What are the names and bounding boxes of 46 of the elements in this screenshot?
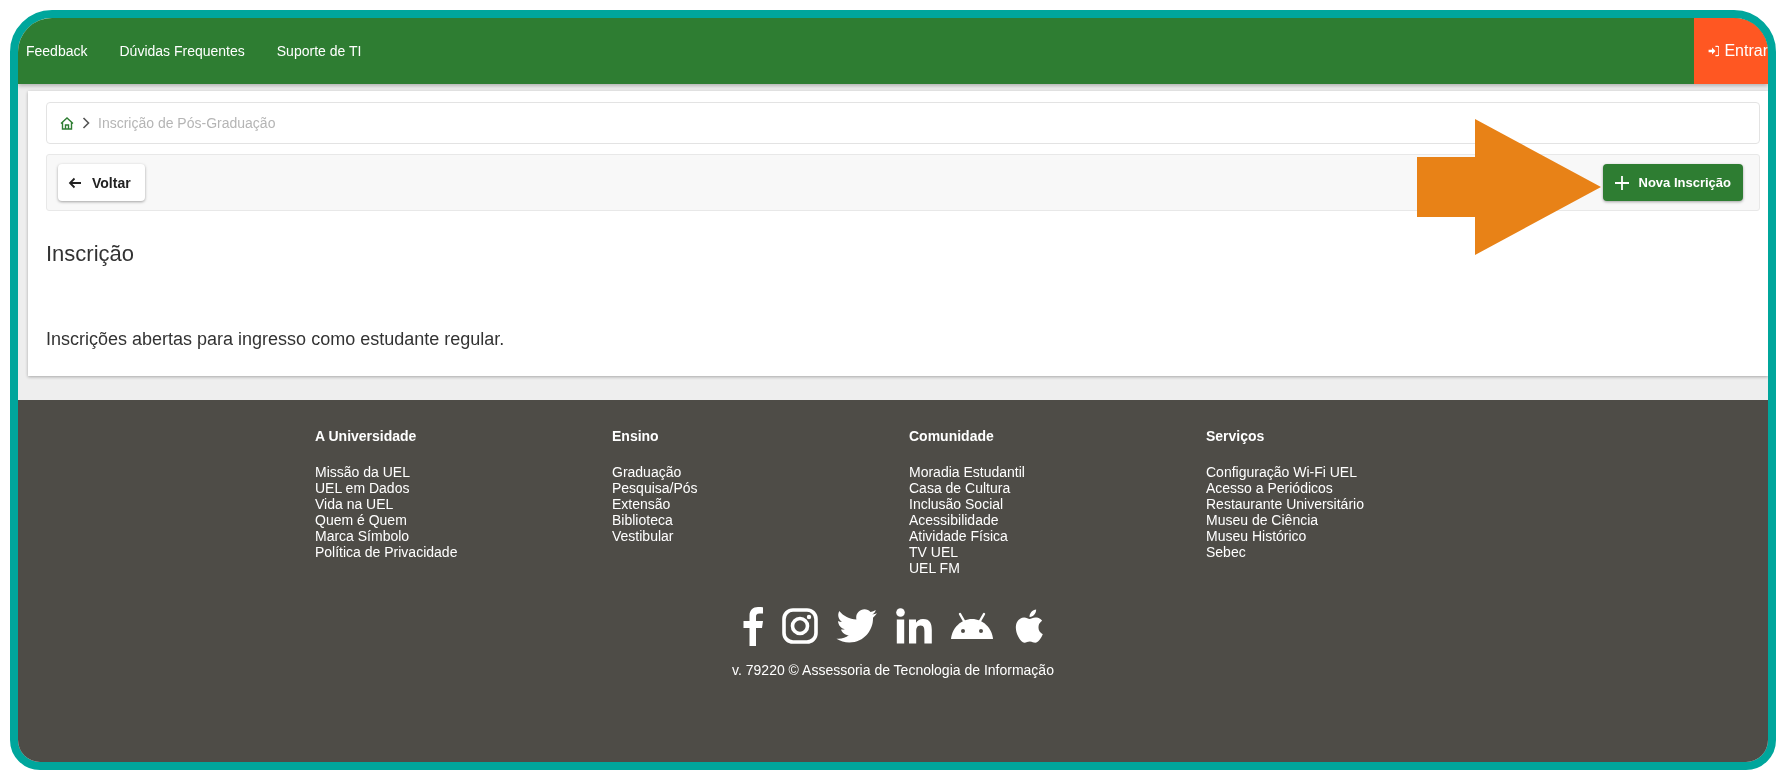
plus-icon [1614,175,1629,190]
new-registration-button[interactable]: Nova Inscrição [1602,164,1743,201]
nav-link[interactable]: Suporte de TI [276,43,362,59]
footer-link[interactable]: Configuração Wi-Fi UEL [1206,464,1503,480]
facebook-icon[interactable] [742,606,764,646]
breadcrumb-item: Inscrição de Pós-Graduação [98,115,276,131]
footer-link[interactable]: Graduação [612,464,909,480]
android-icon[interactable] [950,612,994,640]
chevron-right-icon [82,117,90,129]
nav-link[interactable]: Dúvidas Frequentes [119,43,245,59]
footer-link[interactable]: Vida na UEL [315,496,612,512]
footer-heading: A Universidade [315,428,418,444]
footer-link[interactable]: Atividade Física [909,528,1206,544]
footer-link[interactable]: Biblioteca [612,512,909,528]
footer-link[interactable]: Pesquisa/Pós [612,480,909,496]
footer-link[interactable]: Casa de Cultura [909,480,1206,496]
footer-link[interactable]: Extensão [612,496,909,512]
footer-link[interactable]: UEL em Dados [315,480,612,496]
footer-link[interactable]: Inclusão Social [909,496,1206,512]
instagram-icon[interactable] [782,608,818,644]
nav-link[interactable]: Feedback [26,43,88,59]
footer-link[interactable]: Museu Histórico [1206,528,1503,544]
footer-link[interactable]: Marca Símbolo [315,528,612,544]
footer-link[interactable]: TV UEL [909,544,1206,560]
footer-link[interactable]: Vestibular [612,528,909,544]
footer-heading: Comunidade [909,428,995,444]
footer-heading: Serviços [1206,428,1266,444]
version-text: v. 79220 © Assessoria de Tecnologia de Informação [731,662,1055,678]
footer-link[interactable]: Sebec [1206,544,1503,560]
back-button[interactable]: Voltar [58,164,145,201]
footer-link[interactable]: Museu de Ciência [1206,512,1503,528]
twitter-icon[interactable] [836,609,878,643]
home-icon[interactable] [60,116,74,130]
footer-link[interactable]: Moradia Estudantil [909,464,1206,480]
footer-link[interactable]: Política de Privacidade [315,544,612,560]
footer-link[interactable]: Restaurante Universitário [1206,496,1503,512]
page-title: Inscrição [46,241,136,267]
footer-link[interactable]: UEL FM [909,560,1206,576]
info-message: Inscrições abertas para ingresso como estudante regular. [46,329,506,350]
footer-heading: Ensino [612,428,660,444]
footer-link[interactable]: Acessibilidade [909,512,1206,528]
linkedin-icon[interactable] [896,608,932,644]
arrow-left-icon [68,176,82,189]
footer-link[interactable]: Quem é Quem [315,512,612,528]
footer-link[interactable]: Missão da UEL [315,464,612,480]
footer-link[interactable]: Acesso a Periódicos [1206,480,1503,496]
